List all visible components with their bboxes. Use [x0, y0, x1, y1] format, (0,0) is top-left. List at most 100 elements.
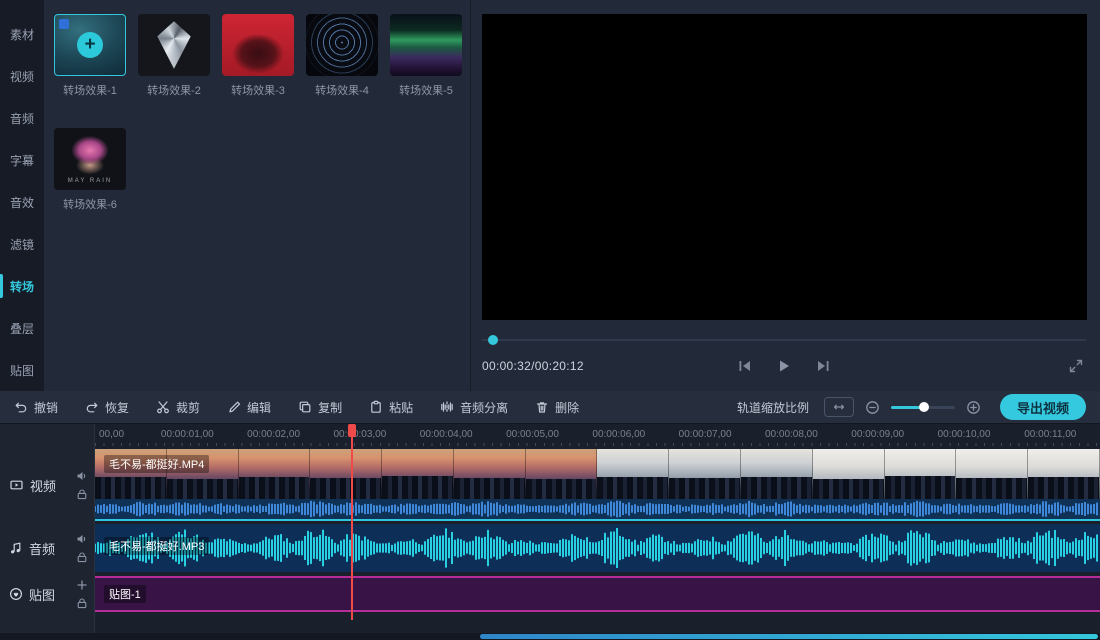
transition-label: 转场效果-4 [306, 82, 378, 98]
video-track-icon [9, 478, 24, 492]
audio-track-icon [9, 541, 23, 555]
play-button[interactable] [777, 359, 791, 373]
previous-frame-button[interactable] [737, 359, 753, 373]
playhead[interactable] [351, 424, 353, 620]
plus-icon [76, 579, 88, 591]
scrubber-handle[interactable] [488, 335, 498, 345]
library-item[interactable]: 转场效果-3 [222, 14, 294, 98]
transition-thumbnail-4[interactable] [306, 14, 378, 76]
video-mute-button[interactable] [76, 470, 88, 482]
zoom-out-button[interactable] [865, 400, 880, 415]
next-frame-icon [815, 359, 831, 373]
audio-waveform [95, 524, 1100, 572]
lock-icon [76, 551, 88, 563]
paste-button[interactable]: 粘贴 [369, 399, 413, 416]
lock-icon [76, 488, 88, 500]
library-item[interactable]: 转场效果-4 [306, 14, 378, 98]
video-clip-waveform [95, 499, 1100, 519]
video-clip[interactable]: 毛不易-都挺好.MP4 [95, 449, 1100, 521]
preview-panel: 00:00:32/00:20:12 [470, 0, 1100, 391]
copy-label: 复制 [318, 399, 342, 416]
timeline-scrollbar [0, 633, 1100, 640]
transition-thumbnail-5[interactable] [390, 14, 462, 76]
video-clip-label: 毛不易-都挺好.MP4 [104, 455, 209, 473]
audio-split-button[interactable]: 音频分离 [440, 399, 508, 416]
transition-thumbnail-1[interactable]: + [54, 14, 126, 76]
redo-button[interactable]: 恢复 [85, 399, 129, 416]
sticker-clip-label: 贴图-1 [104, 585, 146, 603]
timeline-scrollbar-thumb[interactable] [480, 634, 1098, 639]
delete-button[interactable]: 删除 [535, 399, 579, 416]
transition-label: 转场效果-6 [54, 196, 126, 212]
export-video-button[interactable]: 导出视频 [1000, 394, 1086, 420]
preview-controls-bar: 00:00:32/00:20:12 [482, 351, 1086, 381]
library-item[interactable]: + 转场效果-1 [54, 14, 126, 98]
video-lock-button[interactable] [76, 488, 88, 500]
audio-mute-button[interactable] [76, 533, 88, 545]
redo-icon [85, 400, 99, 414]
cut-label: 裁剪 [176, 399, 200, 416]
sidebar-item-sticker[interactable]: 贴图 [0, 349, 44, 391]
sticker-track-header: 贴图 [0, 576, 95, 612]
next-frame-button[interactable] [815, 359, 831, 373]
copy-icon [298, 400, 312, 414]
fullscreen-icon [1068, 358, 1084, 374]
paste-icon [369, 400, 383, 414]
sidebar-item-audio[interactable]: 音频 [0, 98, 44, 140]
edit-toolbar: 撤销 恢复 裁剪 编辑 复制 [0, 391, 1100, 424]
sidebar-item-subtitle[interactable]: 字幕 [0, 140, 44, 182]
scissors-icon [156, 400, 170, 414]
sticker-lock-button[interactable] [76, 597, 88, 609]
sidebar-item-filter[interactable]: 滤镜 [0, 223, 44, 265]
copy-button[interactable]: 复制 [298, 399, 342, 416]
zoom-in-button[interactable] [966, 400, 981, 415]
preview-scrubber[interactable] [482, 335, 1086, 345]
fit-timeline-button[interactable] [824, 397, 854, 417]
playhead-handle[interactable] [348, 424, 356, 437]
video-editor-app: 素材 视频 音频 字幕 音效 滤镜 转场 叠层 贴图 + 转场效果-1 转场效果… [0, 0, 1100, 640]
pencil-icon [227, 400, 241, 414]
media-library-panel: + 转场效果-1 转场效果-2 转场效果-3 转场效果-4 转场效果-5 [44, 0, 470, 391]
video-preview[interactable] [482, 14, 1087, 320]
timeline-tracks: 毛不易-都挺好.MP4 毛不易-都挺好.MP3 贴图-1 [95, 424, 1100, 640]
audio-lock-button[interactable] [76, 551, 88, 563]
video-clip-thumbnails [95, 449, 1100, 499]
video-track-header: 视频 [0, 449, 95, 521]
sticker-add-button[interactable] [76, 579, 88, 591]
track-zoom-slider[interactable] [891, 400, 955, 414]
add-transition-button[interactable]: + [77, 32, 103, 58]
audio-clip[interactable]: 毛不易-都挺好.MP3 [95, 524, 1100, 572]
timecode: 00:00:32/00:20:12 [482, 359, 584, 373]
cut-button[interactable]: 裁剪 [156, 399, 200, 416]
library-item[interactable]: MAY RAIN 转场效果-6 [54, 128, 126, 212]
sticker-track-icon [9, 587, 23, 601]
video-track-label: 视频 [30, 476, 56, 495]
edit-button[interactable]: 编辑 [227, 399, 271, 416]
redo-label: 恢复 [105, 399, 129, 416]
slider-knob[interactable] [919, 402, 929, 412]
undo-button[interactable]: 撤销 [14, 399, 58, 416]
sidebar-item-transition[interactable]: 转场 [0, 265, 44, 307]
transport-controls [737, 359, 831, 373]
delete-label: 删除 [555, 399, 579, 416]
audio-split-label: 音频分离 [460, 399, 508, 416]
sticker-clip[interactable]: 贴图-1 [95, 576, 1100, 612]
sidebar-item-overlay[interactable]: 叠层 [0, 307, 44, 349]
library-item[interactable]: 转场效果-2 [138, 14, 210, 98]
track-headers: 视频 [0, 424, 95, 640]
library-item[interactable]: 转场效果-5 [390, 14, 462, 98]
transition-thumbnail-2[interactable] [138, 14, 210, 76]
sidebar-item-video[interactable]: 视频 [0, 56, 44, 98]
audio-split-icon [440, 400, 454, 414]
fullscreen-button[interactable] [1068, 358, 1084, 374]
undo-icon [14, 400, 28, 414]
transition-label: 转场效果-5 [390, 82, 462, 98]
audio-track-label: 音频 [29, 539, 55, 558]
sidebar-item-material[interactable]: 素材 [0, 14, 44, 56]
paste-label: 粘贴 [389, 399, 413, 416]
transition-thumbnail-3[interactable] [222, 14, 294, 76]
transition-thumbnail-6[interactable]: MAY RAIN [54, 128, 126, 190]
thumbnail-overlay-text: MAY RAIN [54, 178, 126, 184]
fit-width-icon [831, 401, 847, 413]
sidebar-item-sound-fx[interactable]: 音效 [0, 182, 44, 224]
